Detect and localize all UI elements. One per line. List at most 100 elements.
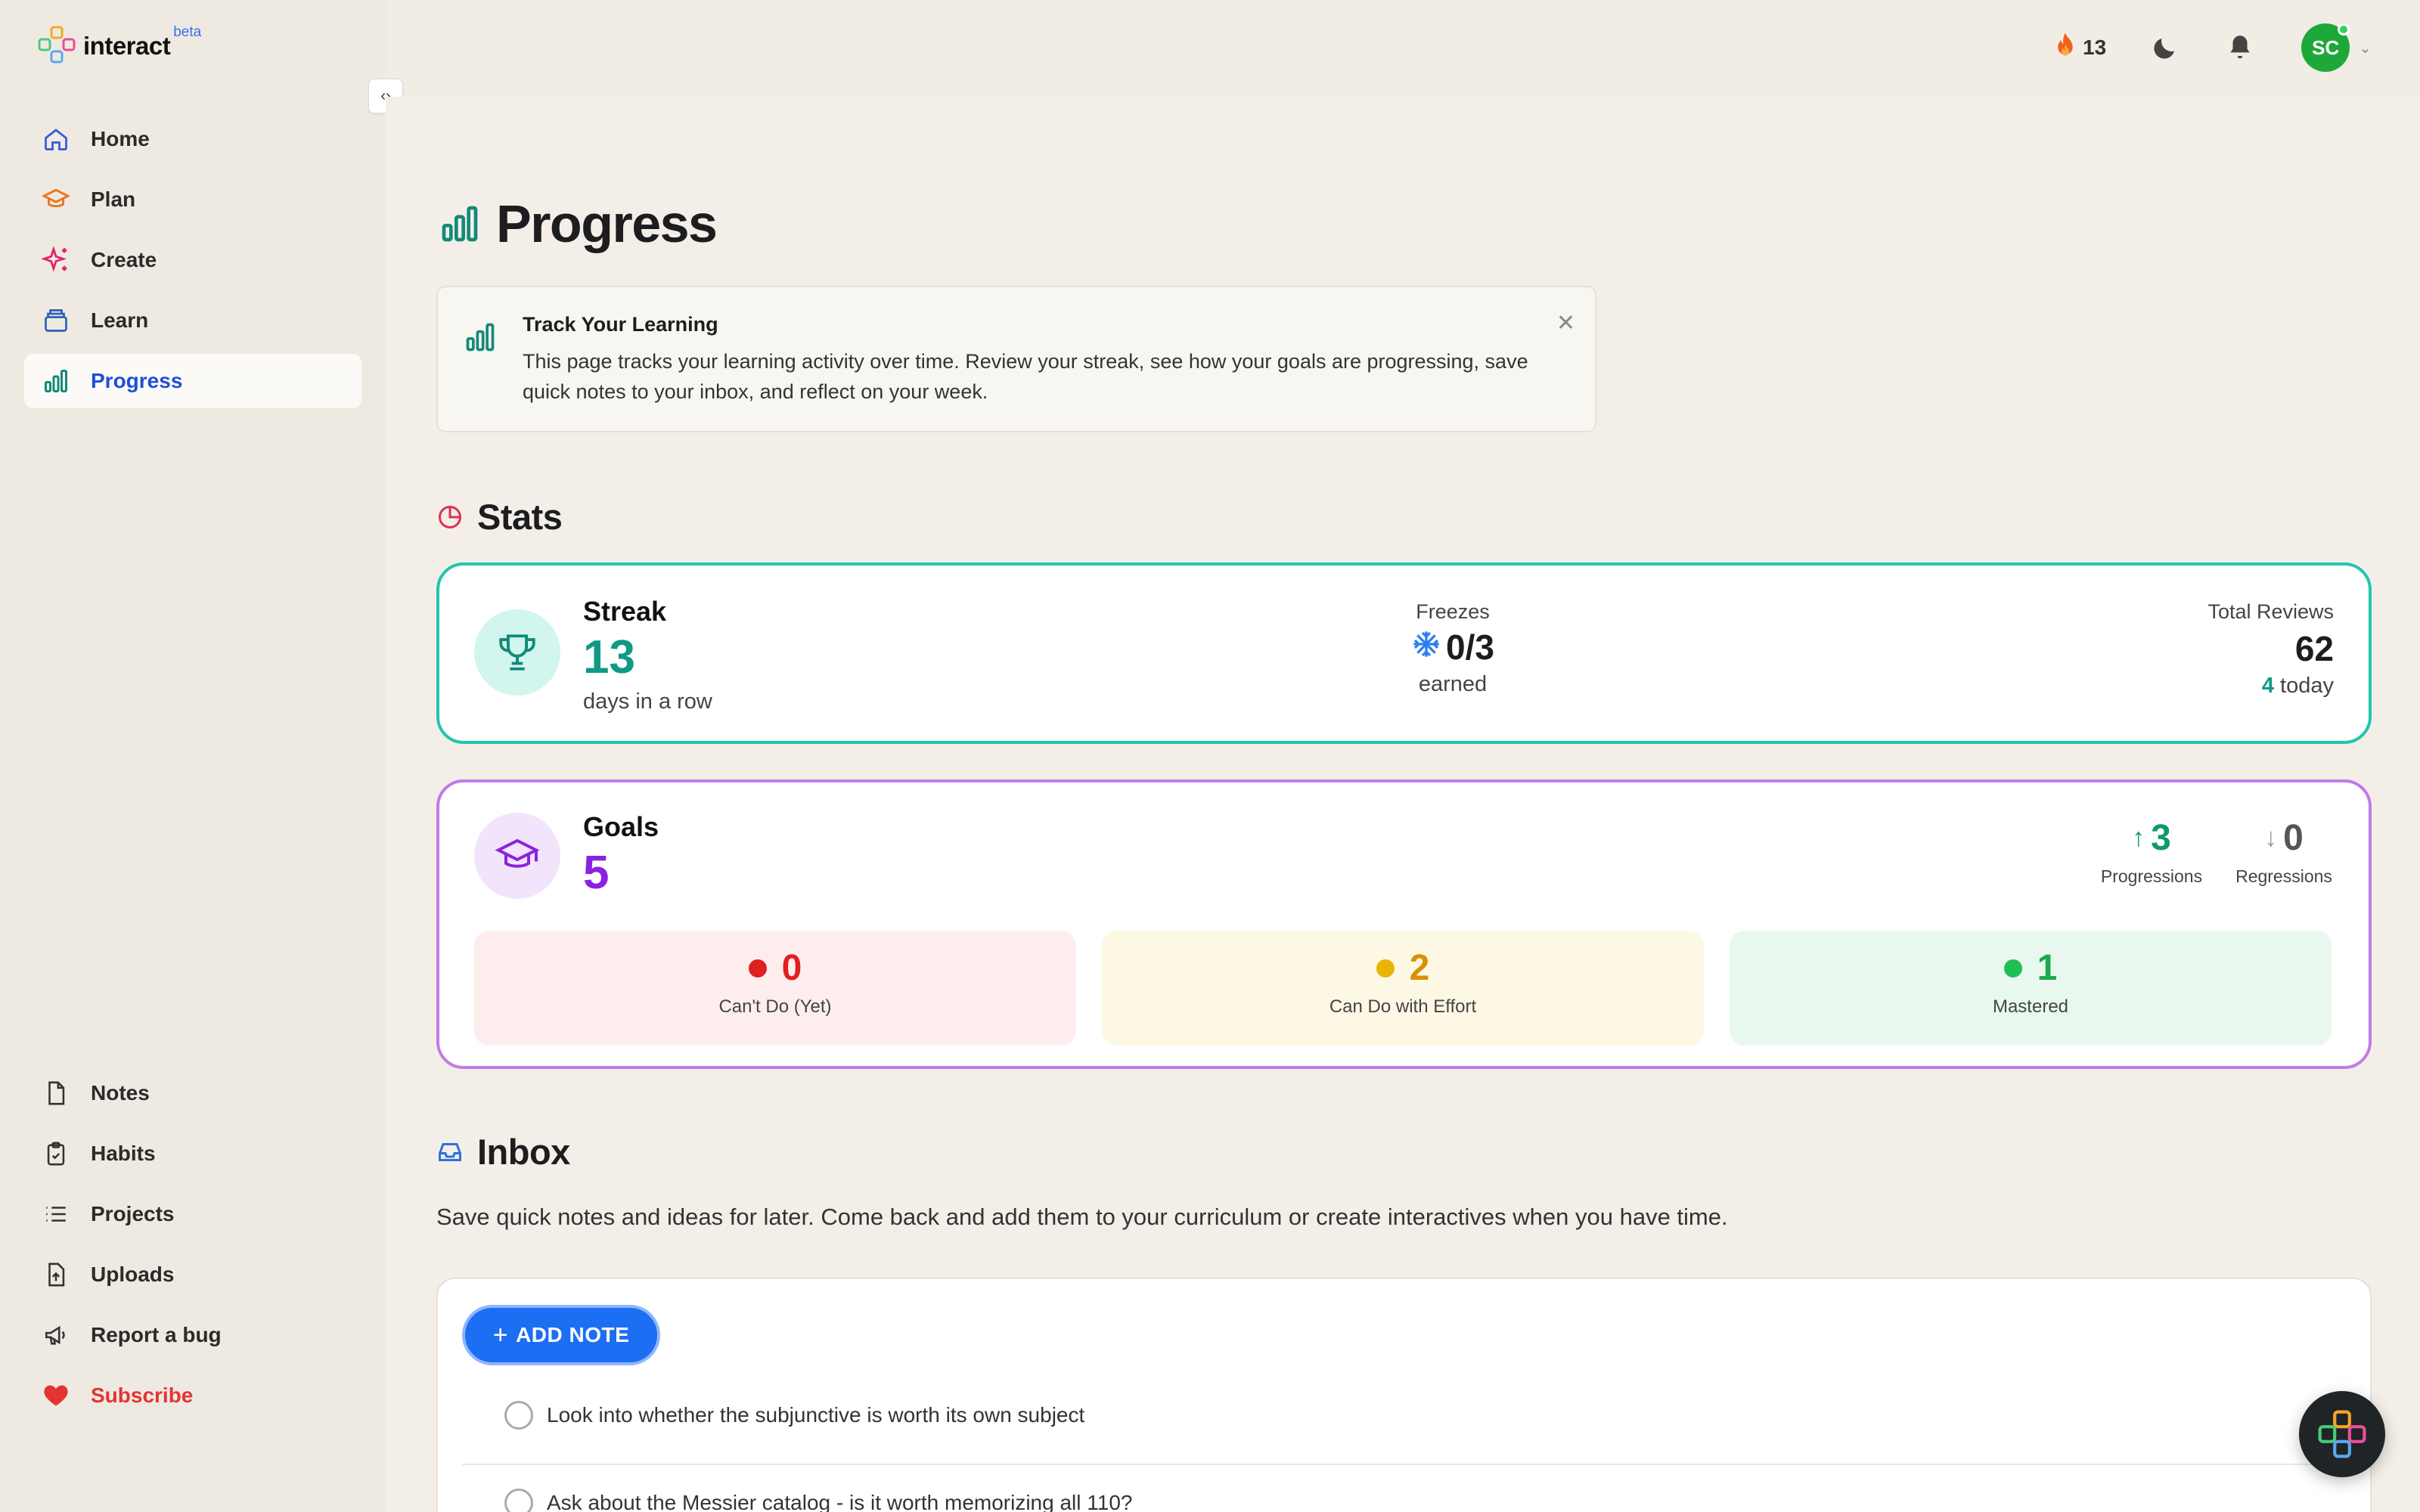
streak-badge[interactable]: 13: [2054, 32, 2106, 64]
list-item[interactable]: Look into whether the subjunctive is wor…: [462, 1379, 2322, 1452]
sparkles-icon: [41, 245, 71, 275]
freezes-value: 0/3: [1446, 627, 1494, 667]
sidebar: interact beta Home Plan Create Learn Pro…: [0, 0, 403, 1512]
close-icon[interactable]: ✕: [1556, 310, 1575, 336]
bell-icon: [2230, 36, 2250, 59]
info-text: This page tracks your learning activity …: [523, 350, 1528, 403]
file-icon: [41, 1078, 71, 1108]
sidebar-item-label: Subscribe: [91, 1383, 194, 1407]
sidebar-item-label: Progress: [91, 369, 183, 392]
progressions-value: 3: [2151, 818, 2171, 858]
goal-tile-can-do-effort[interactable]: 2 Can Do with Effort: [1102, 931, 1704, 1046]
flame-icon: [2054, 32, 2077, 64]
sidebar-item-label: Notes: [91, 1081, 150, 1105]
sidebar-item-subscribe[interactable]: Subscribe: [24, 1368, 361, 1423]
streak-value: 13: [583, 631, 635, 683]
progressions-stat: ↑ 3 Progressions: [2091, 817, 2212, 887]
note-text: Look into whether the subjunctive is wor…: [547, 1403, 1085, 1427]
freezes-label: Freezes: [1416, 600, 1490, 623]
info-callout: Track Your Learning This page tracks you…: [436, 286, 1596, 432]
primary-nav: Home Plan Create Learn Progress: [24, 112, 361, 414]
progressions-label: Progressions: [2100, 866, 2203, 886]
sidebar-item-notes[interactable]: Notes: [24, 1066, 361, 1120]
avatar-initials: SC: [2312, 36, 2340, 59]
reviews-today-label: today: [2280, 674, 2334, 698]
secondary-nav: Notes Habits Projects Uploads Report a b…: [24, 1066, 361, 1429]
note-checkbox[interactable]: [504, 1401, 533, 1430]
bar-chart-icon: [41, 366, 71, 396]
stats-heading: Stats: [436, 496, 563, 538]
dark-mode-toggle[interactable]: [2152, 34, 2179, 61]
sidebar-item-label: Projects: [91, 1202, 175, 1225]
streak-card: Streak 13 days in a row Freezes 0/3 earn…: [436, 562, 2372, 744]
list-icon: [41, 1199, 71, 1229]
layers-icon: [41, 305, 71, 336]
reviews-today-count: 4: [2261, 674, 2274, 698]
add-note-label: ADD NOTE: [516, 1323, 630, 1346]
inbox-card: + ADD NOTE Look into whether the subjunc…: [436, 1278, 2372, 1512]
sidebar-item-label: Habits: [91, 1142, 156, 1165]
streak-badge-count: 13: [2083, 36, 2107, 59]
goal-tile-value: 1: [2037, 948, 2058, 988]
plus-icon: +: [492, 1320, 509, 1349]
upload-file-icon: [41, 1259, 71, 1290]
goals-card: Goals 5 ↑ 3 Progressions ↓ 0 Regressions…: [436, 779, 2372, 1069]
inbox-heading: Inbox: [436, 1131, 570, 1173]
notifications-button[interactable]: [2226, 33, 2254, 62]
sidebar-item-home[interactable]: Home: [24, 112, 361, 166]
pie-chart-icon: [439, 505, 462, 528]
trophy-icon: [474, 609, 560, 696]
stats-heading-text: Stats: [477, 497, 563, 537]
heart-icon: [41, 1380, 71, 1411]
clipboard-check-icon: [41, 1139, 71, 1169]
add-note-button[interactable]: + ADD NOTE: [462, 1305, 660, 1365]
sidebar-item-create[interactable]: Create: [24, 233, 361, 287]
assistant-fab-button[interactable]: [2299, 1391, 2385, 1477]
regressions-label: Regressions: [2235, 866, 2332, 886]
total-reviews-label: Total Reviews: [2207, 600, 2334, 623]
freezes-stat: Freezes 0/3 earned: [1332, 600, 1574, 697]
sidebar-item-habits[interactable]: Habits: [24, 1126, 361, 1181]
divider: [462, 1464, 2322, 1465]
home-icon: [41, 124, 71, 154]
sidebar-item-learn[interactable]: Learn: [24, 293, 361, 348]
goals-label: Goals: [583, 811, 659, 842]
sidebar-item-label: Uploads: [91, 1263, 175, 1286]
sidebar-item-label: Create: [91, 248, 157, 271]
megaphone-icon: [41, 1320, 71, 1350]
app-logo[interactable]: interact beta: [38, 24, 202, 64]
note-checkbox[interactable]: [504, 1489, 533, 1512]
topbar-actions: 13 SC ⌄: [2054, 23, 2372, 73]
streak-sub: days in a row: [583, 689, 712, 714]
sidebar-item-projects[interactable]: Projects: [24, 1187, 361, 1241]
sidebar-item-plan[interactable]: Plan: [24, 172, 361, 227]
sidebar-item-label: Plan: [91, 187, 136, 211]
sidebar-item-report-bug[interactable]: Report a bug: [24, 1308, 361, 1362]
inbox-heading-text: Inbox: [477, 1132, 570, 1172]
goal-tile-value: 0: [781, 948, 802, 988]
inbox-icon: [439, 1142, 461, 1161]
list-item[interactable]: Ask about the Messier catalog - is it wo…: [462, 1467, 2322, 1512]
goal-tile-mastered[interactable]: 1 Mastered: [1730, 931, 2332, 1046]
freezes-sub: earned: [1418, 672, 1488, 696]
arrow-down-icon: ↓: [2264, 823, 2278, 852]
page-title-text: Progress: [496, 194, 718, 253]
inbox-description: Save quick notes and ideas for later. Co…: [436, 1204, 1728, 1230]
avatar[interactable]: SC: [2301, 23, 2350, 72]
beta-label: beta: [173, 24, 202, 40]
chevron-down-icon[interactable]: ⌄: [2359, 39, 2372, 57]
note-text: Ask about the Messier catalog - is it wo…: [547, 1491, 1133, 1512]
total-reviews-stat: Total Reviews 62 4 today: [2207, 600, 2334, 699]
logo-icon: [38, 26, 76, 64]
goal-tile-label: Can Do with Effort: [1329, 996, 1477, 1017]
total-reviews-value: 62: [2294, 629, 2334, 668]
sidebar-item-uploads[interactable]: Uploads: [24, 1247, 361, 1302]
status-dot: [1376, 959, 1395, 978]
graduation-cap-icon: [474, 813, 560, 899]
goals-value: 5: [583, 847, 610, 899]
goal-tile-label: Can't Do (Yet): [718, 996, 832, 1017]
status-dot: [748, 959, 767, 978]
brand-name: interact: [83, 32, 171, 60]
sidebar-item-progress[interactable]: Progress: [24, 354, 361, 408]
goal-tile-cant-do[interactable]: 0 Can't Do (Yet): [474, 931, 1076, 1046]
